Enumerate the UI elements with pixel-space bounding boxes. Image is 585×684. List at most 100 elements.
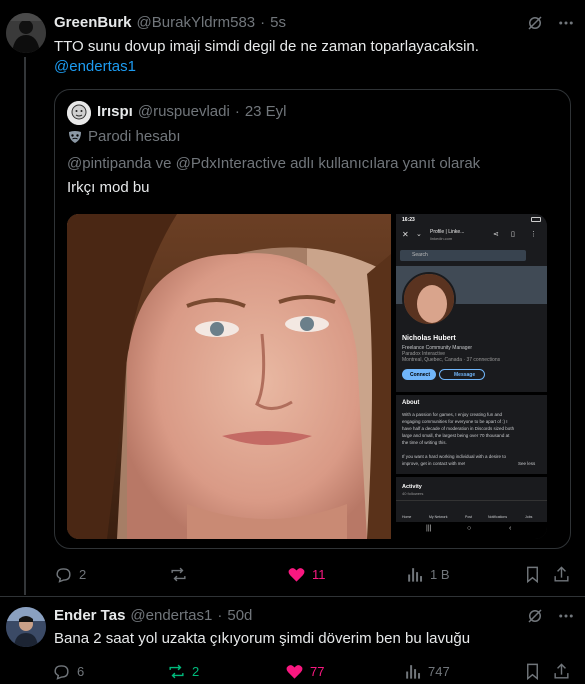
- bookmark-icon: [527, 566, 538, 583]
- phone-status-bar: 16:23: [396, 214, 547, 226]
- see-less-link: See less: [518, 461, 536, 466]
- about-line-5: the time of writing this.: [402, 440, 447, 445]
- thread-line: [24, 57, 26, 595]
- more-options-icon[interactable]: [556, 606, 576, 626]
- photo-linkedin-screenshot[interactable]: 16:23 ✕ ⌄ Profile | Linke... linkedin.co…: [396, 214, 547, 539]
- nav-network: My Network: [429, 515, 448, 519]
- reply-context: @pintipanda ve @PdxInteractive adlı kull…: [67, 155, 481, 172]
- parody-label: Parodi hesabı: [67, 128, 181, 145]
- nav-post: Post: [465, 515, 473, 519]
- display-name[interactable]: Ender Tas: [54, 607, 125, 624]
- phone-bottom-nav: Home My Network Post Notifications Jobs: [396, 500, 547, 522]
- tweet-1[interactable]: GreenBurk @BurakYldrm583 · 5s TTO sunu d…: [0, 0, 585, 595]
- reply-icon: [56, 567, 71, 583]
- reply-count: 6: [77, 663, 85, 679]
- tweet-header: GreenBurk @BurakYldrm583 · 5s: [54, 14, 286, 31]
- repost-count: 2: [192, 663, 200, 679]
- about-line-6: If you want a hard working individual wi…: [402, 454, 507, 459]
- timestamp[interactable]: 5s: [270, 14, 286, 31]
- quote-display-name[interactable]: Irıspı: [97, 103, 133, 120]
- about-line-3: have half a decade of moderation in Disc…: [402, 426, 515, 431]
- share-button[interactable]: [552, 563, 571, 585]
- avatar-image: [6, 607, 46, 647]
- profile-location: Montreal, Quebec, Canada · 37 connection…: [402, 357, 501, 363]
- connect-label: Connect: [410, 372, 430, 378]
- divider: [396, 392, 547, 395]
- analytics-icon: [408, 567, 423, 582]
- nav-notifications: Notifications: [488, 515, 508, 519]
- like-button[interactable]: 77: [285, 660, 324, 682]
- user-handle[interactable]: @endertas1: [130, 607, 212, 624]
- share-button[interactable]: [552, 660, 571, 682]
- about-title: About: [402, 400, 420, 406]
- share-icon: ⋖: [493, 231, 499, 238]
- message-label: Message: [454, 372, 476, 378]
- user-handle[interactable]: @BurakYldrm583: [137, 14, 256, 31]
- quote-user-handle[interactable]: @ruspuevladi: [138, 103, 230, 120]
- reply-count: 2: [79, 566, 87, 582]
- profile-name: Nicholas Hubert: [402, 335, 456, 342]
- tweet-2[interactable]: Ender Tas @endertas1 · 50d Bana 2 saat y…: [0, 597, 585, 684]
- back-icon: ‹: [509, 525, 512, 532]
- parody-mask-icon: [67, 129, 83, 145]
- android-nav-bar: ||| ○ ‹: [396, 522, 547, 539]
- timestamp[interactable]: 50d: [227, 607, 252, 624]
- tab-url: linkedin.com: [430, 236, 453, 241]
- reply-icon: [54, 664, 69, 680]
- quote-text: Irkçı mod bu: [67, 179, 150, 196]
- mention-link[interactable]: @endertas1: [54, 56, 136, 78]
- activity-title: Activity: [402, 484, 422, 490]
- about-line-7: improve, get in contact with me!: [402, 461, 466, 466]
- status-time: 16:23: [402, 217, 415, 223]
- repost-button[interactable]: [169, 563, 194, 585]
- like-button[interactable]: 11: [287, 563, 326, 585]
- parody-label-text: Parodi hesabı: [88, 128, 181, 145]
- quoted-tweet[interactable]: Irıspı @ruspuevladi · 23 Eyl Parodi hesa…: [54, 89, 571, 549]
- quote-avatar-image: [67, 101, 91, 125]
- avatar[interactable]: [6, 607, 46, 647]
- quote-header: Irıspı @ruspuevladi · 23 Eyl: [97, 103, 287, 120]
- about-line-1: With a passion for games, I enjoy creati…: [402, 412, 503, 417]
- tweet-header: Ender Tas @endertas1 · 50d: [54, 607, 252, 624]
- home-circle-icon: ○: [467, 525, 472, 532]
- menu-icon: ⋮: [530, 231, 537, 238]
- display-name[interactable]: GreenBurk: [54, 14, 132, 31]
- about-line-4: large and small, the largest being over …: [402, 433, 510, 438]
- recent-apps-icon: |||: [426, 525, 432, 532]
- close-tab-icon: ✕: [402, 230, 409, 239]
- quote-avatar[interactable]: [67, 101, 91, 125]
- heart-filled-icon: [288, 567, 305, 582]
- chevron-down-icon: ⌄: [416, 231, 422, 238]
- separator-dot: ·: [260, 14, 266, 31]
- reply-button[interactable]: 2: [54, 563, 86, 585]
- views-count: 1 B: [430, 566, 450, 582]
- quote-timestamp[interactable]: 23 Eyl: [245, 103, 287, 120]
- message-button: Message: [439, 369, 485, 380]
- connect-button: Connect: [402, 369, 436, 380]
- avatar[interactable]: [6, 13, 46, 53]
- repost-button[interactable]: 2: [167, 660, 199, 682]
- about-line-2: engaging communities for everyone to be …: [402, 419, 508, 424]
- grok-icon[interactable]: [525, 13, 545, 33]
- tab-title: Profile | Linke...: [430, 229, 465, 235]
- avatar-image: [6, 13, 46, 53]
- views-count: 747: [428, 663, 450, 679]
- photo-portrait[interactable]: [67, 214, 391, 539]
- linkedin-search-bar: Search: [400, 250, 526, 261]
- profile-photo: [402, 272, 456, 326]
- separator-dot: ·: [234, 103, 240, 120]
- bookmark-button[interactable]: [523, 660, 542, 682]
- bookmark-icon: [527, 663, 538, 680]
- views-button[interactable]: 747: [403, 660, 450, 682]
- tweet-text: Bana 2 saat yol uzakta çıkıyorum şimdi d…: [54, 630, 471, 647]
- repost-icon: [169, 664, 184, 678]
- browser-bar: ✕ ⌄ Profile | Linke... linkedin.com ⋖ ▯ …: [396, 226, 547, 246]
- more-options-icon[interactable]: [556, 13, 576, 33]
- grok-icon[interactable]: [525, 606, 545, 626]
- portrait-image: [67, 214, 391, 539]
- bookmark-button[interactable]: [523, 563, 542, 585]
- views-button[interactable]: 1 B: [405, 563, 450, 585]
- reply-button[interactable]: 6: [52, 660, 84, 682]
- action-bar: 6 2 77 747: [46, 660, 574, 682]
- separator-dot: ·: [217, 607, 223, 624]
